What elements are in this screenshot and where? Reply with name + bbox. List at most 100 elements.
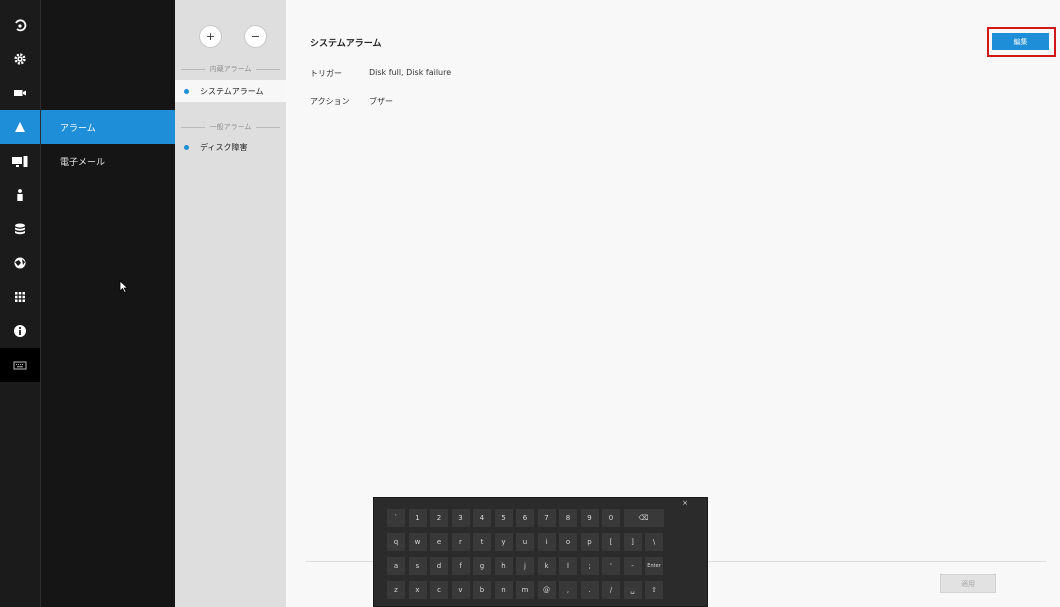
key[interactable]: h xyxy=(494,557,513,575)
app-window: アラーム 電子メール + − 内蔵アラーム システムアラーム 一般アラーム ディ… xyxy=(0,0,1060,607)
builtin-alarm-section: 内蔵アラーム xyxy=(175,63,286,75)
on-screen-keyboard: × ` 1 2 3 4 5 6 7 8 9 0 ⌫ q w e r t y u … xyxy=(373,497,708,607)
trigger-label: トリガー xyxy=(310,69,342,78)
alarm-icon xyxy=(15,122,25,132)
add-alarm-button[interactable]: + xyxy=(200,26,221,47)
key[interactable]: 0 xyxy=(602,509,620,527)
key[interactable]: o xyxy=(559,533,577,551)
keyboard-row-2: q w e r t y u i o p [ ] \ xyxy=(387,533,667,551)
rail-item-user[interactable] xyxy=(0,178,40,212)
enter-key[interactable]: Enter xyxy=(645,557,663,575)
general-section-label: 一般アラーム xyxy=(209,123,252,131)
key[interactable]: k xyxy=(537,557,556,575)
alarm-list-panel: + − 内蔵アラーム システムアラーム 一般アラーム ディスク障害 xyxy=(175,0,286,607)
remove-alarm-button[interactable]: − xyxy=(245,26,266,47)
action-value: ブザー xyxy=(369,97,393,106)
user-icon xyxy=(17,189,23,201)
key[interactable]: 1 xyxy=(408,509,427,527)
key[interactable]: s xyxy=(408,557,427,575)
keyboard-close-button[interactable]: × xyxy=(682,499,688,507)
key[interactable]: c xyxy=(430,581,448,599)
key[interactable]: 4 xyxy=(473,509,491,527)
key[interactable]: \ xyxy=(645,533,663,551)
key[interactable]: , xyxy=(559,581,577,599)
key[interactable]: u xyxy=(516,533,534,551)
key[interactable]: x xyxy=(408,581,427,599)
list-item-label: ディスク障害 xyxy=(200,142,248,152)
list-item-disk-failure[interactable]: ディスク障害 xyxy=(175,136,286,158)
backspace-key[interactable]: ⌫ xyxy=(623,509,664,527)
key[interactable]: q xyxy=(387,533,405,551)
gear-icon xyxy=(14,53,26,65)
key[interactable]: 8 xyxy=(559,509,577,527)
key[interactable]: 3 xyxy=(451,509,470,527)
icon-rail xyxy=(0,0,40,607)
space-key[interactable]: ␣ xyxy=(623,581,642,599)
network-icon xyxy=(14,257,26,269)
rail-item-info[interactable] xyxy=(0,314,40,348)
rail-item-playback[interactable] xyxy=(0,8,40,42)
key[interactable]: l xyxy=(559,557,577,575)
trigger-value: Disk full, Disk failure xyxy=(369,68,452,77)
keyboard-row-3: a s d f g h j k l ; ' - Enter xyxy=(387,557,667,575)
storage-icon xyxy=(15,223,25,235)
camera-icon xyxy=(14,90,26,96)
key[interactable]: i xyxy=(537,533,556,551)
key[interactable]: 5 xyxy=(494,509,513,527)
keyboard-icon xyxy=(13,361,27,370)
key[interactable]: [ xyxy=(602,533,620,551)
key[interactable]: 9 xyxy=(580,509,599,527)
rail-item-display[interactable] xyxy=(0,144,40,178)
bullet-dot xyxy=(184,88,189,94)
key[interactable]: / xyxy=(602,581,620,599)
key[interactable]: @ xyxy=(537,581,556,599)
key[interactable]: z xyxy=(387,581,405,599)
general-alarm-section: 一般アラーム xyxy=(175,121,286,133)
subnav-item-email[interactable]: 電子メール xyxy=(41,144,176,178)
key[interactable]: a xyxy=(387,557,405,575)
playback-icon xyxy=(15,19,27,32)
key[interactable]: 2 xyxy=(430,509,448,527)
key[interactable]: j xyxy=(516,557,534,575)
key[interactable]: e xyxy=(430,533,448,551)
subnav-item-alarm[interactable]: アラーム xyxy=(41,110,176,144)
rail-item-alarm[interactable] xyxy=(0,110,40,144)
key[interactable]: . xyxy=(580,581,599,599)
key[interactable]: ` xyxy=(387,509,405,527)
info-icon xyxy=(14,325,26,337)
rail-item-network[interactable] xyxy=(0,246,40,280)
monitor-icon xyxy=(12,156,28,167)
key[interactable]: ' xyxy=(602,557,620,575)
apply-button[interactable]: 適用 xyxy=(940,574,996,593)
key[interactable]: m xyxy=(516,581,534,599)
key[interactable]: t xyxy=(473,533,491,551)
key[interactable]: g xyxy=(473,557,491,575)
rail-item-settings[interactable] xyxy=(0,42,40,76)
key[interactable]: v xyxy=(451,581,470,599)
rail-item-apps[interactable] xyxy=(0,280,40,314)
keyboard-row-4: z x c v b n m @ , . / ␣ ⇧ xyxy=(387,581,667,599)
action-label: アクション xyxy=(310,97,350,106)
key[interactable]: r xyxy=(451,533,470,551)
key[interactable]: y xyxy=(494,533,513,551)
key[interactable]: d xyxy=(430,557,448,575)
key[interactable]: n xyxy=(494,581,513,599)
bullet-dot xyxy=(184,144,189,150)
sub-navigation: アラーム 電子メール xyxy=(40,0,176,607)
key[interactable]: p xyxy=(580,533,599,551)
keyboard-row-1: ` 1 2 3 4 5 6 7 8 9 0 ⌫ xyxy=(387,509,667,527)
apps-grid-icon xyxy=(15,292,25,302)
key[interactable]: b xyxy=(473,581,491,599)
key[interactable]: ; xyxy=(580,557,599,575)
list-item-system-alarm[interactable]: システムアラーム xyxy=(175,80,286,102)
key[interactable]: ] xyxy=(623,533,642,551)
rail-item-storage[interactable] xyxy=(0,212,40,246)
key[interactable]: - xyxy=(623,557,642,575)
shift-key[interactable]: ⇧ xyxy=(645,581,663,599)
rail-item-keyboard[interactable] xyxy=(0,348,40,382)
rail-item-camera[interactable] xyxy=(0,76,40,110)
key[interactable]: 7 xyxy=(537,509,556,527)
key[interactable]: 6 xyxy=(516,509,534,527)
key[interactable]: w xyxy=(408,533,427,551)
key[interactable]: f xyxy=(451,557,470,575)
